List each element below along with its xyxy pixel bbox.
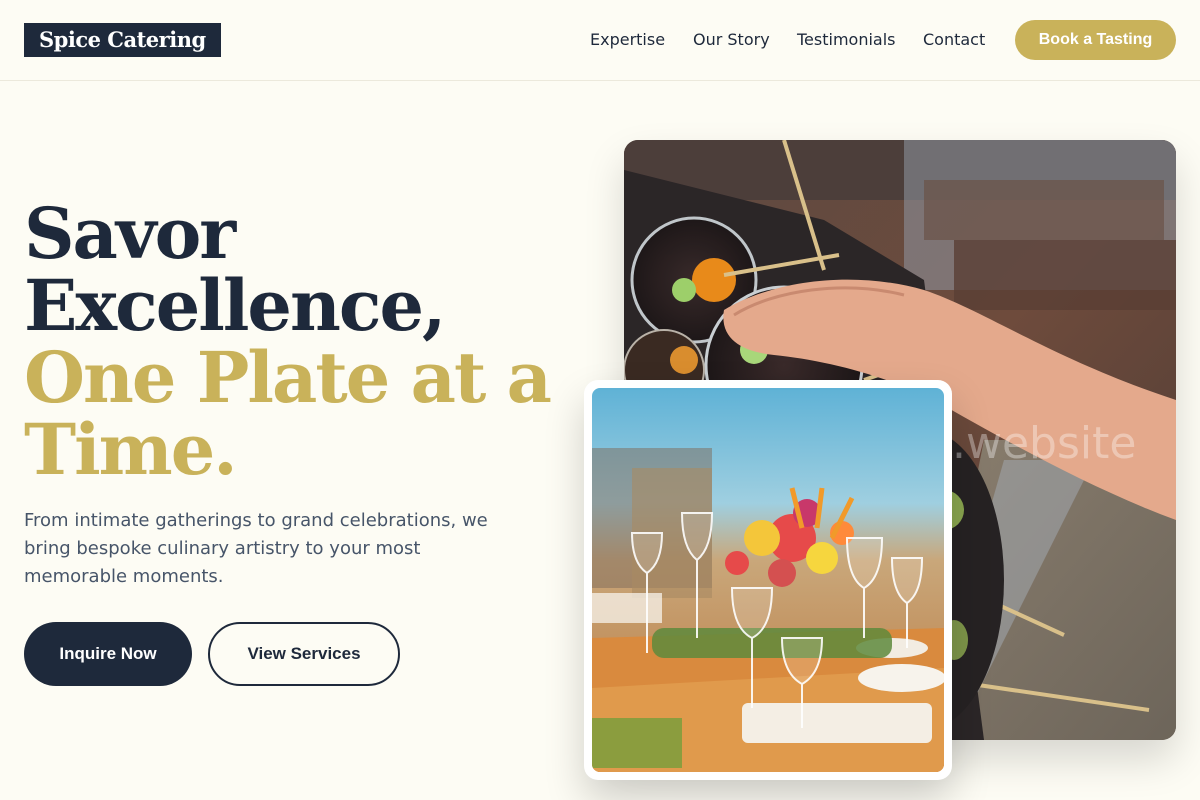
hero-photo-banquet (584, 380, 952, 780)
nav-item-contact[interactable]: Contact (923, 30, 985, 49)
nav-item-expertise[interactable]: Expertise (590, 30, 665, 49)
nav-item-our-story[interactable]: Our Story (693, 30, 770, 49)
inquire-now-button[interactable]: Inquire Now (24, 622, 192, 686)
hero-title-line-1: Savor (24, 192, 236, 275)
view-services-button[interactable]: View Services (208, 622, 400, 686)
hero-title-line-2: Excellence, (24, 264, 446, 347)
banquet-photo-illustration (592, 388, 944, 772)
hero-title: Savor Excellence, One Plate at a Time. (24, 198, 564, 486)
site-header: Spice Catering Expertise Our Story Testi… (0, 0, 1200, 81)
hero-title-line-3: One Plate at a (24, 336, 552, 419)
watermark-text: .website (952, 418, 1136, 469)
hero-title-line-4: Time. (24, 408, 238, 491)
brand-logo[interactable]: Spice Catering (24, 23, 221, 57)
hero-subtitle: From intimate gatherings to grand celebr… (24, 510, 488, 587)
nav-item-testimonials[interactable]: Testimonials (797, 30, 896, 49)
book-tasting-button[interactable]: Book a Tasting (1015, 20, 1176, 60)
